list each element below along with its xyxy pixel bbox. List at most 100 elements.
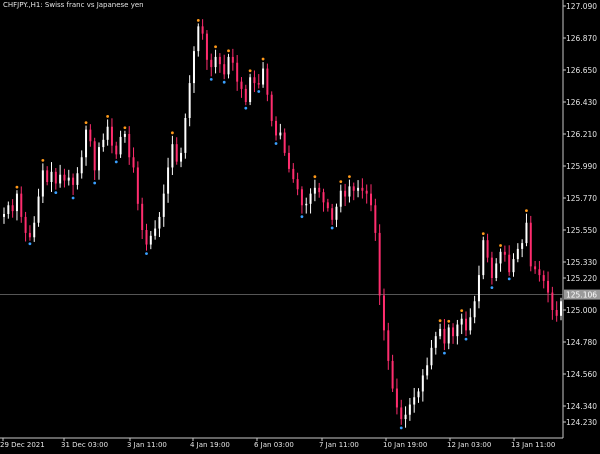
y-tick-label: 124.230 xyxy=(566,418,597,427)
fractal-up-dot xyxy=(460,309,464,312)
candle-body xyxy=(335,206,338,220)
candle-body xyxy=(46,170,49,182)
y-tick-label: 125.770 xyxy=(566,194,597,203)
candle-body xyxy=(3,214,5,217)
fractal-down-dot xyxy=(209,77,213,81)
candle-body xyxy=(339,190,342,207)
candle-body xyxy=(465,318,468,331)
candle-body xyxy=(322,192,325,203)
fractal-up-dot xyxy=(499,244,502,247)
x-tick-label: 12 Jan 03:00 xyxy=(447,441,491,449)
candle-body xyxy=(192,51,195,84)
y-tick-label: 124.340 xyxy=(566,402,597,411)
fractal-up-dot xyxy=(525,209,528,213)
candle-body xyxy=(76,173,79,185)
candle-body xyxy=(452,327,455,337)
y-tick-label: 125.220 xyxy=(566,274,597,283)
fractal-down-dot xyxy=(443,351,446,355)
candle-body xyxy=(525,222,528,244)
candle-body xyxy=(102,139,105,148)
candle-body xyxy=(236,62,239,82)
y-tick-label: 125.550 xyxy=(566,226,597,235)
fractal-up-dot xyxy=(227,49,230,53)
y-tick-label: 127.090 xyxy=(566,2,597,11)
candle-body xyxy=(266,68,269,95)
candle-body xyxy=(123,134,126,137)
candle-body xyxy=(244,88,247,102)
candle-body xyxy=(184,118,187,153)
candle-body xyxy=(89,129,92,142)
candle-body xyxy=(136,167,139,204)
fractal-up-dot xyxy=(348,175,351,179)
fractal-up-dot xyxy=(481,232,485,236)
fractal-down-dot xyxy=(222,80,226,84)
candle-body xyxy=(382,295,385,331)
fractal-up-dot xyxy=(196,19,200,22)
candle-body xyxy=(223,64,226,75)
candle-body xyxy=(417,391,420,398)
y-tick-label: 124.780 xyxy=(566,338,597,347)
fractal-down-dot xyxy=(300,215,304,219)
price-chart: 127.090 126.870 126.650 126.430 126.210 125.9… xyxy=(0,0,600,449)
candle-body xyxy=(318,187,321,193)
candle-body xyxy=(344,190,347,197)
fractal-up-dot xyxy=(84,121,88,125)
candle-body xyxy=(106,126,109,140)
fractal-up-dot xyxy=(313,175,317,179)
candle-body xyxy=(218,56,221,65)
candle-body xyxy=(110,126,113,146)
y-tick-label: 125.330 xyxy=(566,258,597,267)
fractal-up-dot xyxy=(41,158,45,162)
candle-body xyxy=(400,407,403,420)
candle-body xyxy=(473,301,476,318)
candle-body xyxy=(205,33,208,60)
fractal-up-dot xyxy=(15,185,19,189)
fractal-up-dot xyxy=(261,57,265,61)
candle-body xyxy=(495,263,498,278)
candle-body xyxy=(28,232,31,238)
candle-body xyxy=(197,26,200,52)
candle-body xyxy=(395,388,398,408)
x-tick-label: 29 Dec 2021 xyxy=(0,441,45,449)
candle-body xyxy=(370,193,373,206)
candle-body xyxy=(300,189,303,206)
candle-body xyxy=(214,56,217,68)
candle-body xyxy=(469,317,472,331)
candle-body xyxy=(296,179,299,190)
candle-body xyxy=(426,365,429,376)
candle-body xyxy=(249,77,252,102)
candle-body xyxy=(167,167,170,194)
y-tick-label: 126.870 xyxy=(566,34,597,43)
candle-body xyxy=(180,152,183,162)
candle-body xyxy=(439,328,442,337)
candle-body xyxy=(430,347,433,366)
fractal-down-dot xyxy=(145,252,148,256)
candle-body xyxy=(201,26,204,34)
fractal-up-dot xyxy=(170,131,174,135)
candle-body xyxy=(20,193,23,217)
candle-body xyxy=(555,310,558,316)
candle-body xyxy=(361,187,364,191)
x-tick-label: 13 Jan 11:00 xyxy=(511,441,555,449)
candle-body xyxy=(508,254,511,273)
candle-body xyxy=(365,190,368,194)
x-tick-label: 10 Jan 19:00 xyxy=(383,441,427,449)
fractal-up-dot xyxy=(438,319,442,323)
candle-body xyxy=(391,360,394,389)
candle-body xyxy=(67,177,70,181)
y-tick-label: 125.990 xyxy=(566,162,597,171)
fractal-down-dot xyxy=(507,277,511,281)
candle-body xyxy=(149,235,152,245)
candle-body xyxy=(516,248,519,260)
candle-body xyxy=(119,136,122,155)
candle-body xyxy=(270,94,273,121)
fractal-down-dot xyxy=(330,226,334,230)
fractal-down-dot xyxy=(71,196,75,200)
fractal-up-dot xyxy=(106,115,110,118)
fractal-down-dot xyxy=(54,191,58,194)
x-tick-label: 4 Jan 19:00 xyxy=(190,441,230,449)
x-tick-label: 6 Jan 03:00 xyxy=(254,441,294,449)
candle-body xyxy=(378,232,381,296)
candle-body xyxy=(128,134,131,158)
candle-body xyxy=(560,301,562,316)
